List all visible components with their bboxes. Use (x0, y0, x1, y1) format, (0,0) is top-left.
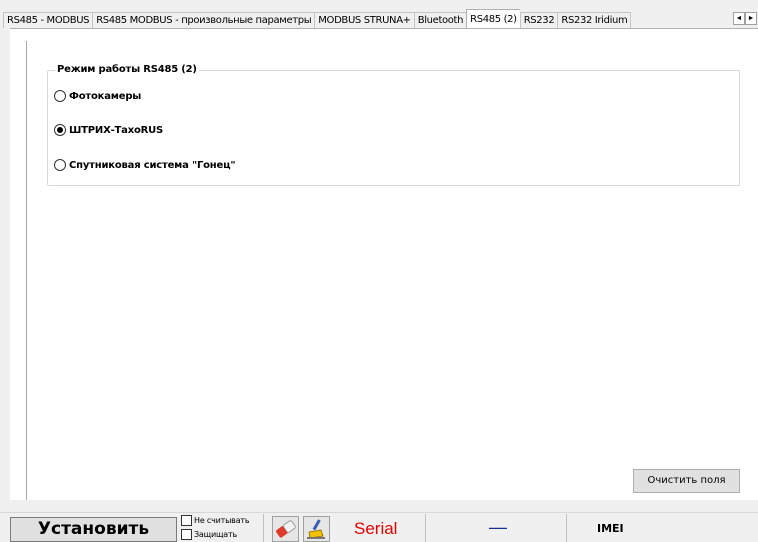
radio-gonets-satellite[interactable]: Спутниковая система "Гонец" (54, 159, 236, 171)
checkbox-box[interactable] (181, 529, 192, 540)
eraser-button[interactable] (272, 516, 299, 542)
tab-rs485-modbus[interactable]: RS485 - MODBUS (3, 12, 93, 28)
tab-scroll-buttons: ◄ ► (733, 12, 757, 25)
tab-modbus-struna[interactable]: MODBUS STRUNA+ (314, 12, 414, 28)
radio-circle[interactable] (54, 90, 66, 102)
radio-shtrih-tahorus[interactable]: ШТРИХ-ТахоRUS (54, 124, 163, 136)
tab-page-rs485-2: Режим работы RS485 (2) Фотокамеры ШТРИХ-… (10, 28, 758, 501)
panel-border (26, 41, 27, 501)
bottom-toolbar: Установить Не считывать Защищать Serial … (0, 500, 758, 542)
brush-icon (307, 519, 325, 539)
eraser-icon (276, 520, 296, 538)
divider (263, 514, 264, 542)
radio-label: ШТРИХ-ТахоRUS (69, 124, 164, 136)
radio-circle[interactable] (54, 159, 66, 171)
tab-bluetooth[interactable]: Bluetooth (413, 12, 467, 28)
radio-photocameras[interactable]: Фотокамеры (54, 90, 141, 102)
mode-group-title: Режим работы RS485 (2) (55, 64, 199, 75)
brush-button[interactable] (303, 516, 330, 542)
divider (0, 512, 758, 513)
divider (425, 514, 426, 542)
imei-label: IMEI (597, 522, 624, 535)
serial-value: — (489, 517, 507, 537)
tab-list: RS485 - MODBUS RS485 MODBUS - произвольн… (3, 9, 632, 28)
radio-circle-checked[interactable] (54, 124, 66, 136)
arrow-left-icon[interactable]: ◄ (733, 12, 745, 25)
tab-rs485-2[interactable]: RS485 (2) (466, 9, 520, 28)
checkbox-box[interactable] (181, 515, 192, 526)
tab-strip: RS485 - MODBUS RS485 MODBUS - произвольн… (0, 0, 758, 28)
radio-label: Спутниковая система "Гонец" (69, 159, 236, 171)
clear-fields-button[interactable]: Очистить поля (633, 469, 740, 493)
tab-rs232-iridium[interactable]: RS232 Iridium (557, 12, 632, 28)
tab-rs232[interactable]: RS232 (519, 12, 558, 28)
tab-rs485-modbus-custom[interactable]: RS485 MODBUS - произвольные параметры (92, 12, 315, 28)
checkbox-label: Защищать (194, 530, 237, 539)
install-button[interactable]: Установить (10, 517, 177, 542)
checkbox-protect[interactable]: Защищать (181, 529, 237, 540)
arrow-right-icon[interactable]: ► (745, 12, 757, 25)
mode-group: Режим работы RS485 (2) Фотокамеры ШТРИХ-… (47, 64, 740, 186)
radio-label: Фотокамеры (69, 90, 142, 102)
divider (566, 514, 567, 542)
checkbox-no-read[interactable]: Не считывать (181, 515, 250, 526)
serial-label: Serial (354, 519, 398, 538)
checkbox-label: Не считывать (194, 516, 250, 525)
